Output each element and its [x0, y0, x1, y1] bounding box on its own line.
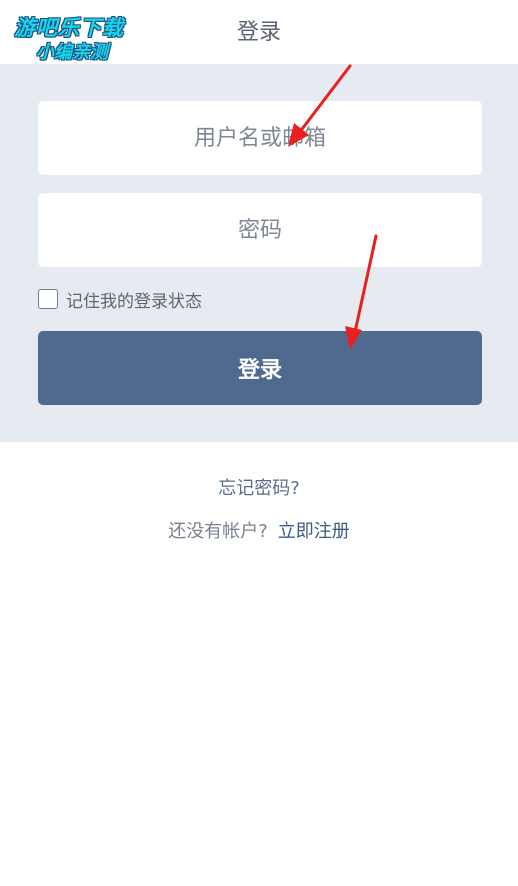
- register-link[interactable]: 立即注册: [278, 521, 350, 542]
- remember-me-checkbox[interactable]: [38, 289, 58, 309]
- login-button[interactable]: 登录: [38, 331, 482, 405]
- watermark-logo: 游吧乐下载 小编亲测: [8, 8, 148, 64]
- remember-me-label[interactable]: 记住我的登录状态: [66, 287, 202, 312]
- header: 登录 游吧乐下载 小编亲测: [0, 0, 518, 64]
- password-input[interactable]: [38, 192, 482, 268]
- forgot-password-link[interactable]: 忘记密码?: [0, 474, 518, 500]
- no-account-text: 还没有帐户?: [168, 521, 268, 542]
- register-row: 还没有帐户? 立即注册: [0, 517, 518, 543]
- watermark-line2: 小编亲测: [36, 42, 108, 63]
- username-input[interactable]: [38, 100, 482, 176]
- username-field[interactable]: [38, 100, 482, 176]
- remember-me-row[interactable]: 记住我的登录状态: [38, 286, 202, 312]
- login-panel: 记住我的登录状态 登录: [0, 64, 518, 442]
- password-field[interactable]: [38, 192, 482, 268]
